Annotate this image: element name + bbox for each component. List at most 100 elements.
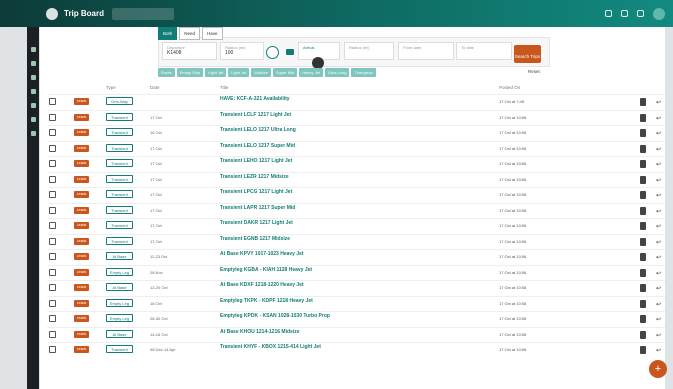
reply-icon[interactable]: ↩ [656, 116, 661, 122]
row-checkbox[interactable] [49, 268, 56, 276]
to-date-field[interactable]: To date [456, 42, 512, 60]
list-icon[interactable] [30, 117, 36, 122]
row-title[interactable]: Transient LPCG 1217 Light Jet [220, 189, 292, 195]
row-title[interactable]: Emptyleg KPDK - KSAN 1028-1030 Turbo Pro… [220, 313, 330, 319]
document-icon[interactable] [640, 113, 646, 122]
reply-icon[interactable]: ↩ [656, 162, 661, 168]
row-title[interactable]: At Base KDXF 1218-1220 Heavy Jet [220, 282, 304, 288]
table-row[interactable]: Leads Transient 17 Oct Transient DAKR 1217 … [47, 218, 665, 232]
document-icon[interactable] [640, 222, 646, 230]
document-icon[interactable] [640, 330, 646, 339]
row-title[interactable]: Transient LELO 1217 Ultra Long [220, 127, 296, 133]
reply-icon[interactable]: ↩ [656, 333, 661, 339]
table-row[interactable]: Leads Transient 17 Oct Transient LELO 1217 … [47, 140, 665, 155]
document-icon[interactable] [640, 144, 646, 153]
reply-icon[interactable]: ↩ [656, 147, 661, 153]
table-row[interactable]: Leads Transient 17 Oct Transient LEHO 1217 … [47, 156, 665, 170]
reply-icon[interactable]: ↩ [656, 240, 661, 246]
row-checkbox[interactable] [49, 98, 56, 105]
filter-chip[interactable]: Ultra Long [324, 68, 350, 77]
add-trip-button[interactable]: + [649, 360, 667, 378]
document-icon[interactable] [640, 206, 646, 215]
users-icon[interactable] [30, 75, 36, 80]
table-row[interactable]: Leads At Base 14-16 Oct At Base KHOU 1214-1… [47, 326, 665, 341]
row-checkbox[interactable] [49, 237, 56, 245]
row-checkbox[interactable] [49, 253, 56, 260]
table-row[interactable]: Leads Transient 17 Oct Transient LEZR 1217 … [47, 171, 665, 186]
reply-icon[interactable]: ↩ [656, 209, 661, 215]
table-row[interactable]: Leads Empty Leg 28 Nov Emptyleg KGBA - KIAH… [47, 264, 665, 279]
table-row[interactable]: Leads Transient 17 Oct Transient LAPR 1217 … [47, 202, 665, 217]
dashboard-icon[interactable] [30, 47, 36, 52]
table-row[interactable]: Leads One-Way HAVE: KCF-A-321 Availability… [47, 94, 665, 108]
row-checkbox[interactable] [49, 284, 56, 291]
sync-icon[interactable] [30, 89, 36, 94]
document-icon[interactable] [640, 315, 646, 323]
table-row[interactable]: Leads At Base 11-23 Oct At Base KPVY 1017-1… [47, 249, 665, 263]
radius-field[interactable]: Radius (mi) 100 [220, 42, 264, 60]
plane-icon[interactable] [30, 103, 36, 108]
filter-chip[interactable]: Light Jet [228, 68, 250, 77]
reply-icon[interactable]: ↩ [656, 178, 661, 184]
row-title[interactable]: Transient LELO 1217 Super Mid [220, 143, 295, 149]
table-row[interactable]: Leads Empty Leg 18 Oct Emptyleg TKPK - KDPF… [47, 295, 665, 310]
tab-need[interactable]: Need [179, 27, 201, 40]
document-icon[interactable] [640, 253, 646, 261]
filter-chip[interactable]: Super Mid [272, 68, 298, 77]
reset-link[interactable]: Reset [528, 69, 540, 74]
global-search-input[interactable] [112, 7, 175, 20]
document-icon[interactable] [640, 191, 646, 199]
table-row[interactable]: Leads At Base 12-20 Oct At Base KDXF 1218-1… [47, 280, 665, 294]
reply-icon[interactable]: ↩ [656, 224, 661, 230]
row-checkbox[interactable] [49, 160, 56, 167]
table-row[interactable]: Leads Empty Leg 28-30 Oct Emptyleg KPDK - K… [47, 311, 665, 325]
settings-icon[interactable] [30, 131, 36, 136]
document-icon[interactable] [640, 299, 646, 308]
reply-icon[interactable]: ↩ [656, 348, 661, 354]
reply-icon[interactable]: ↩ [656, 317, 661, 323]
reply-icon[interactable]: ↩ [656, 193, 661, 199]
row-checkbox[interactable] [49, 175, 56, 183]
table-row[interactable]: Leads Transient 17 Oct Transient EGNB 1217 … [47, 233, 665, 248]
table-row[interactable]: Leads Transient 16 Oct Transient LELO 1217 … [47, 125, 665, 139]
document-icon[interactable] [640, 160, 646, 168]
row-checkbox[interactable] [49, 330, 56, 338]
document-icon[interactable] [640, 129, 646, 137]
row-title[interactable]: Transient LAPR 1217 Super Mid [220, 205, 295, 211]
row-checkbox[interactable] [49, 206, 56, 214]
document-icon[interactable] [640, 284, 646, 292]
calendar-icon[interactable] [30, 61, 36, 66]
reply-icon[interactable]: ↩ [656, 271, 661, 277]
reply-icon[interactable]: ↩ [656, 286, 661, 292]
notification-icon[interactable] [637, 10, 644, 17]
reply-icon[interactable]: ↩ [656, 100, 661, 106]
row-checkbox[interactable] [49, 222, 56, 229]
row-title[interactable]: Transient DAKR 1217 Light Jet [220, 220, 293, 226]
tab-both[interactable]: Both [158, 27, 178, 40]
table-row[interactable]: Leads Transient 08 Dec-14 Apr Transient KHY… [47, 342, 665, 356]
departure-field[interactable]: Departure K1408 [162, 42, 217, 60]
filter-chip[interactable]: Route [158, 68, 175, 77]
row-title[interactable]: Transient EGNB 1217 Midsize [220, 236, 290, 242]
document-icon[interactable] [640, 346, 646, 354]
row-checkbox[interactable] [49, 346, 56, 353]
document-icon[interactable] [640, 175, 646, 184]
row-title[interactable]: At Base KPVY 1017-1023 Heavy Jet [220, 251, 304, 257]
avatar[interactable] [653, 7, 665, 20]
document-icon[interactable] [640, 268, 646, 277]
row-title[interactable]: Transient LCLF 1217 Light Jet [220, 112, 291, 118]
row-title[interactable]: HAVE: KCF-A-321 Availability [220, 96, 290, 102]
reply-icon[interactable]: ↩ [656, 255, 661, 261]
filter-chip[interactable]: Light Jet [205, 68, 227, 77]
reply-icon[interactable]: ↩ [656, 302, 661, 308]
row-checkbox[interactable] [49, 315, 56, 322]
row-title[interactable]: Transient LEZR 1217 Midsize [220, 174, 289, 180]
table-row[interactable]: Leads Transient 17 Oct Transient LPCG 1217 … [47, 187, 665, 201]
row-title[interactable]: Emptyleg TKPK - KDPF 1218 Heavy Jet [220, 298, 313, 304]
refresh-icon[interactable] [605, 10, 612, 17]
filter-chip[interactable]: Midsize [251, 68, 271, 77]
row-checkbox[interactable] [49, 129, 56, 136]
document-icon[interactable] [640, 98, 646, 106]
document-icon[interactable] [640, 237, 646, 246]
filter-chip[interactable]: Empty Ship [176, 68, 204, 77]
